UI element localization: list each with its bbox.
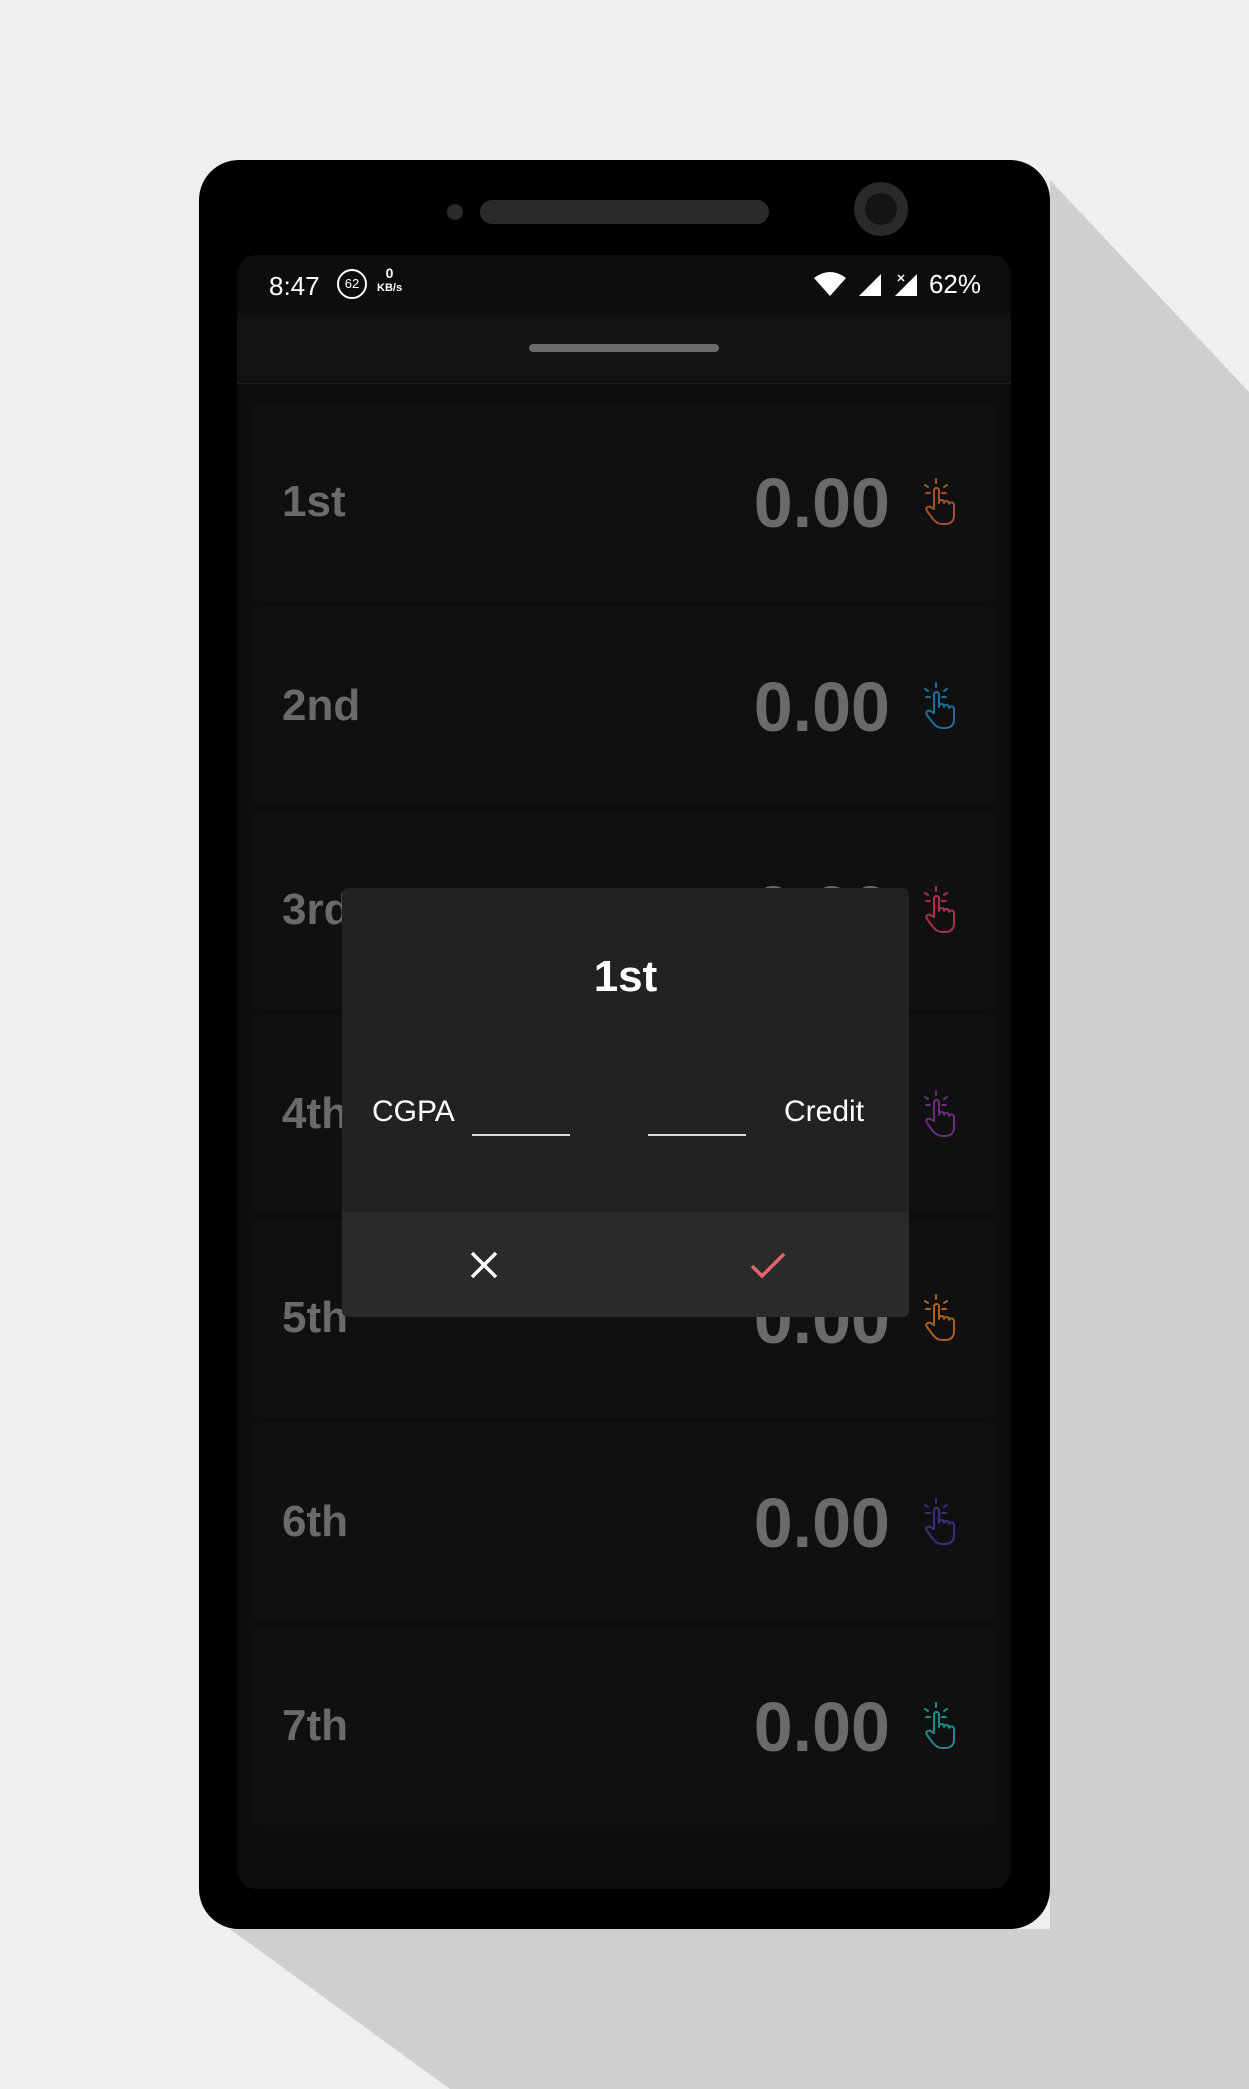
net-speed-value: 0 [385, 265, 394, 281]
tap-icon[interactable] [922, 1089, 966, 1139]
drag-handle[interactable] [529, 344, 719, 352]
front-camera [854, 182, 908, 236]
semester-row[interactable]: 2nd 0.00 [252, 607, 996, 805]
signal-icon [858, 273, 881, 296]
semester-gpa-value: 0.00 [753, 464, 890, 542]
net-speed: 0 KB/s [377, 265, 403, 295]
close-icon [470, 1251, 497, 1278]
semester-label: 4th [282, 1089, 348, 1138]
credit-input[interactable] [648, 1088, 746, 1136]
semester-label: 7th [282, 1701, 348, 1750]
semester-label: 2nd [282, 681, 361, 730]
status-icons: 62% [813, 269, 981, 300]
dialog-actions [342, 1212, 909, 1317]
tap-icon[interactable] [922, 477, 966, 527]
proximity-sensor [447, 204, 463, 220]
semester-gpa-value: 0.00 [753, 1484, 890, 1562]
semester-gpa-value: 0.00 [753, 668, 890, 746]
tap-icon[interactable] [922, 885, 966, 935]
cgpa-input[interactable] [472, 1088, 570, 1136]
cancel-button[interactable] [342, 1212, 625, 1317]
bottom-sheet-header[interactable] [237, 313, 1011, 384]
semester-label: 5th [282, 1293, 348, 1342]
check-icon [750, 1252, 785, 1278]
dialog-title: 1st [593, 952, 658, 1001]
semester-label: 1st [282, 477, 346, 526]
tap-icon[interactable] [922, 1293, 966, 1343]
semester-label: 6th [282, 1497, 348, 1546]
tap-icon[interactable] [922, 1497, 966, 1547]
net-speed-unit: KB/s [377, 282, 403, 294]
status-bar: 8:47 62 0 KB/s 62% [237, 255, 1011, 313]
cgpa-label: CGPA [372, 1095, 455, 1128]
semester-row[interactable]: 7th 0.00 [252, 1627, 996, 1825]
credit-label: Credit [784, 1095, 865, 1128]
tap-icon[interactable] [922, 681, 966, 731]
semester-row[interactable]: 1st 0.00 [252, 403, 996, 601]
battery-percent: 62% [928, 269, 981, 299]
semester-gpa-value: 0.00 [753, 1688, 890, 1766]
confirm-button[interactable] [626, 1212, 909, 1317]
grade-dialog: 1st CGPA Credit [342, 888, 909, 1317]
notification-badge: 62 [337, 269, 367, 299]
semester-row[interactable]: 6th 0.00 [252, 1423, 996, 1621]
earpiece-speaker [480, 200, 769, 224]
tap-icon[interactable] [922, 1701, 966, 1751]
status-time: 8:47 [269, 271, 320, 301]
wifi-icon [813, 271, 846, 296]
semester-label: 3rd [282, 885, 351, 934]
signal-no-data-icon [894, 273, 917, 296]
